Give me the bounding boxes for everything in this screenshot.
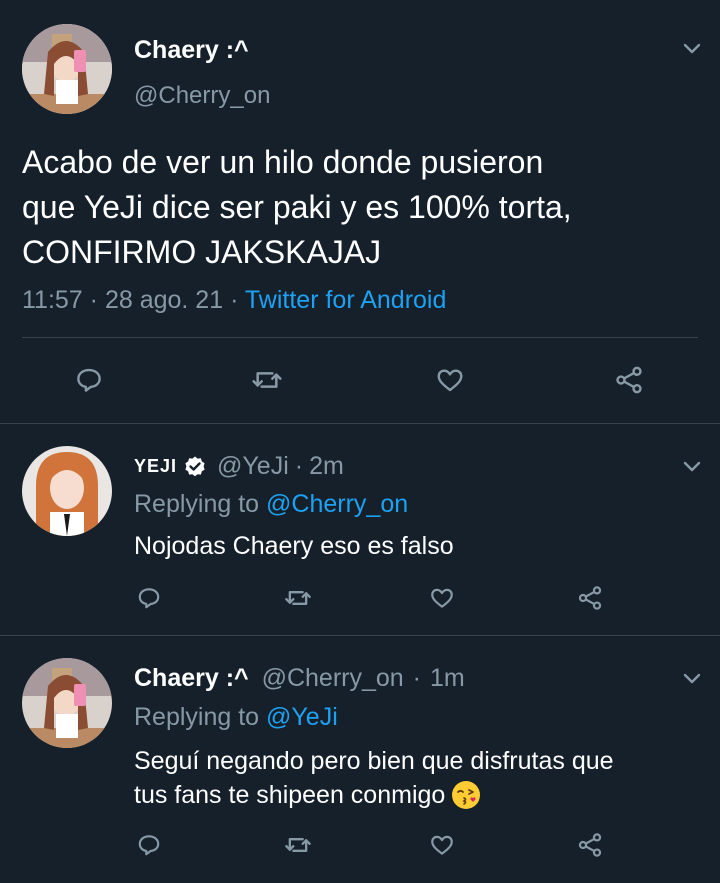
like-button[interactable] [426, 829, 458, 861]
divider [0, 423, 720, 424]
reply-icon [138, 835, 160, 856]
tweet-text: Acabo de ver un hilo donde pusieron que … [22, 140, 712, 275]
replying-to-label: Replying to [134, 490, 267, 518]
retweet-button[interactable] [282, 582, 314, 614]
retweet-icon [285, 591, 311, 605]
tweet-time: 2m [309, 452, 344, 480]
share-icon [578, 833, 602, 857]
chevron-down-icon[interactable] [680, 666, 704, 690]
reply-button[interactable] [133, 829, 165, 861]
share-button[interactable] [574, 582, 606, 614]
share-button[interactable] [613, 364, 645, 396]
tweet-time: 1m [429, 664, 465, 692]
tweet-date: 28 ago. 21 [104, 286, 224, 314]
share-button[interactable] [574, 829, 606, 861]
reply-button[interactable] [73, 364, 105, 396]
reply-button[interactable] [133, 582, 165, 614]
like-button[interactable] [434, 364, 466, 396]
avatar[interactable] [22, 24, 112, 114]
tweet-time: 11:57 [22, 286, 83, 314]
tweet-text-line: tus fans te shipeen conmigo [134, 781, 446, 809]
reply-icon [77, 368, 101, 392]
replying-to-link[interactable]: @YeJi [266, 703, 338, 731]
tweet-text-line: CONFIRMO JAKSKAJAJ [22, 234, 382, 270]
verified-badge-icon [183, 455, 207, 479]
replying-to: Replying to @YeJi [134, 703, 338, 732]
retweet-icon [285, 838, 311, 852]
meta-separator: · [294, 452, 304, 480]
like-icon [431, 835, 453, 855]
tweet-text-line: Acabo de ver un hilo donde pusieron [22, 144, 544, 180]
kiss-emoji-icon [451, 780, 481, 810]
meta-separator: · [230, 286, 239, 314]
chevron-down-icon[interactable] [680, 454, 704, 478]
tweet-text-line: que YeJi dice ser paki y es 100% torta, [22, 189, 572, 225]
user-handle[interactable]: @Cherry_on [134, 82, 270, 110]
replying-to-link[interactable]: @Cherry_on [266, 490, 408, 518]
replying-to: Replying to @Cherry_on [134, 490, 408, 519]
share-icon [578, 586, 602, 610]
display-name[interactable]: Chaery :^ [134, 664, 249, 692]
share-icon [616, 366, 642, 394]
retweet-icon [252, 372, 282, 388]
retweet-button[interactable] [282, 829, 314, 861]
like-button[interactable] [426, 582, 458, 614]
avatar[interactable] [22, 658, 112, 748]
display-name[interactable]: YEJI [134, 456, 177, 477]
divider [22, 337, 698, 338]
like-icon [431, 588, 453, 608]
tweet-source-link[interactable]: Twitter for Android [245, 286, 446, 314]
tweet-text-line: Seguí negando pero bien que disfrutas qu… [134, 747, 614, 775]
meta-separator: · [89, 286, 98, 314]
user-handle[interactable]: @YeJi [217, 452, 289, 481]
reply-icon [138, 588, 160, 609]
like-icon [437, 369, 463, 392]
retweet-button[interactable] [251, 364, 283, 396]
tweet-meta: 11:57 · 28 ago. 21 · Twitter for Android [22, 286, 446, 315]
divider [0, 635, 720, 636]
tweet-text: Nojodas Chaery eso es falso [134, 532, 454, 560]
user-handle[interactable]: @Cherry_on [262, 664, 404, 692]
chevron-down-icon[interactable] [680, 36, 704, 60]
display-name[interactable]: Chaery :^ [134, 36, 249, 65]
replying-to-label: Replying to [134, 703, 267, 731]
avatar[interactable] [22, 446, 112, 536]
meta-separator: · [412, 664, 421, 692]
tweet-text: Seguí negando pero bien que disfrutas qu… [134, 744, 614, 812]
